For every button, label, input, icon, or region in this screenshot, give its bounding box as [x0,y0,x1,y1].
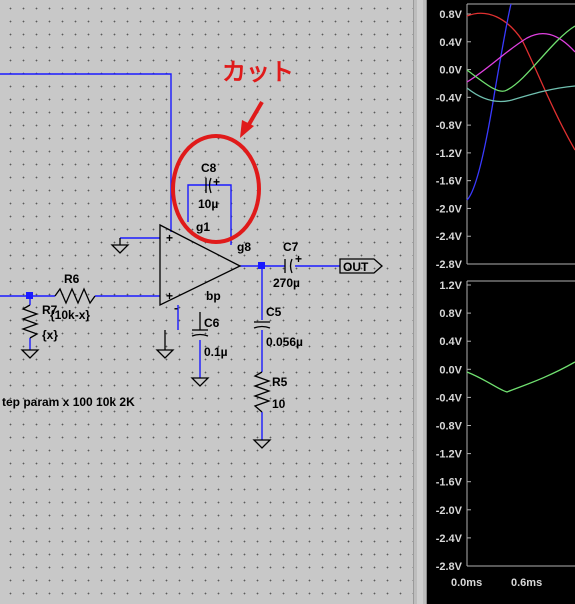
out-flag-label: OUT [343,260,369,274]
pin-g1: g1 [196,220,210,234]
top_pane-tick-4: -0.8V [436,120,463,132]
c7-polarity: + [295,252,302,266]
splitter-grip[interactable] [417,0,423,604]
top_pane-tick-0: 0.8V [439,9,462,21]
top_pane-tick-6: -1.6V [436,176,463,188]
top_pane-tick-2: 0.0V [439,65,462,77]
x-tick-0: 0.0ms [451,577,482,589]
bottom_pane-tick-9: -2.4V [436,533,463,545]
opamp-minus: - [174,301,178,315]
c8-ref: C8 [201,161,217,175]
waveform-viewer[interactable]: 0.8V 0.4V 0.0V -0.4V -0.8V -1.2V -1.6V -2.0V -2.… [427,0,575,604]
c6-ref: C6 [204,316,220,330]
top_pane-tick-1: 0.4V [439,37,462,49]
c7-value: 270µ [273,276,300,290]
top_pane-tick-8: -2.4V [436,231,463,243]
top_pane-tick-3: -0.4V [436,92,463,104]
trace-green[interactable] [466,25,575,92]
trace-magenta[interactable] [466,32,575,83]
bottom_pane-tick-1: 0.8V [439,308,462,320]
bottom_pane-tick-4: -0.4V [436,392,463,404]
annotation-cut-label: カット [222,58,294,86]
waveform-drawing: 0.8V 0.4V 0.0V -0.4V -0.8V -1.2V -1.6V -2.0V -2.… [436,3,575,589]
c5-value: 0.056µ [266,335,303,349]
bottom_pane-tick-6: -1.2V [436,449,463,461]
top-pane-y-axis: 0.8V 0.4V 0.0V -0.4V -0.8V -1.2V -1.6V -2.0V -2.… [436,9,471,271]
top_pane-tick-5: -1.2V [436,148,463,160]
top_pane-tick-9: -2.8V [436,259,463,271]
bottom_pane-tick-0: 1.2V [439,280,462,292]
pane-splitter[interactable] [413,0,427,604]
c5-ref: C5 [266,305,282,319]
top_pane-tick-7: -2.0V [436,203,463,215]
spice-directive[interactable]: tep param x 100 10k 2K [2,395,135,409]
pin-g8: g8 [237,240,251,254]
x-tick-1: 0.6ms [511,577,542,589]
bottom_pane-tick-3: 0.0V [439,364,462,376]
c6-value: 0.1µ [204,345,228,359]
bottom_pane-tick-8: -2.0V [436,505,463,517]
bottom-pane-y-axis: 1.2V 0.8V 0.4V 0.0V -0.4V -0.8V -1.2V -1.6V -2.0… [436,280,471,573]
r7-value: {x} [42,328,58,342]
trace-blue[interactable] [466,3,512,201]
trace-teal[interactable] [466,85,575,103]
r7-ref: R7 [42,303,58,317]
bottom_pane-tick-2: 0.4V [439,336,462,348]
bottom_pane-tick-7: -1.6V [436,477,463,489]
bottom_pane-tick-10: -2.8V [436,561,463,573]
schematic-drawing: カット C8 + 10µ g1 g8 + + - bp C7 + 270µ OU… [0,58,383,449]
r5-ref: R5 [272,375,288,389]
opamp-plus: + [166,231,173,245]
trace-green-bottom[interactable] [466,361,575,393]
r5-value: 10 [272,397,286,411]
bottom_pane-tick-5: -0.8V [436,421,463,433]
c8-polarity: + [213,175,220,189]
pin-bp: bp [206,289,221,303]
c8-value: 10µ [198,197,218,211]
opamp-minus-top: + [166,289,173,303]
r6-ref: R6 [64,272,80,286]
schematic-canvas[interactable]: カット C8 + 10µ g1 g8 + + - bp C7 + 270µ OU… [0,0,413,604]
